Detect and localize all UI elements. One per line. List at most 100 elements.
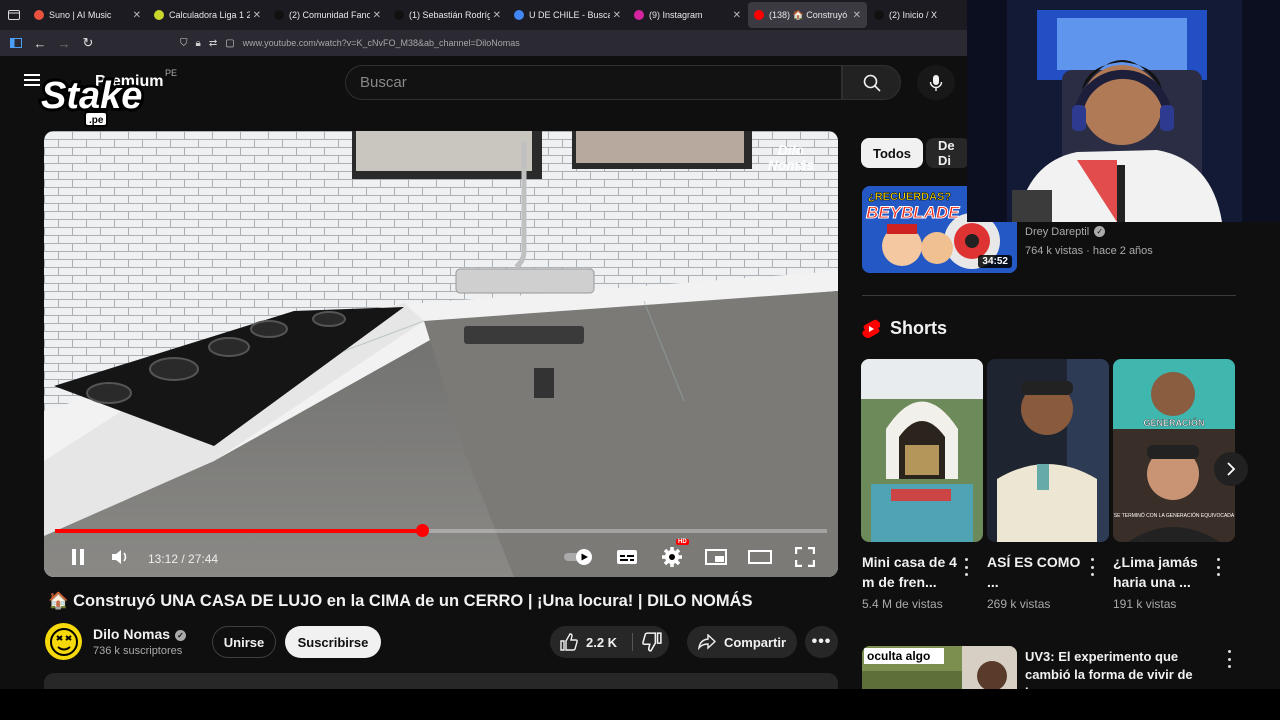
short-menu-1-icon[interactable] [961, 558, 971, 576]
subtitles-icon [617, 550, 637, 564]
recommended-channel-name[interactable]: Drey Dareptil [1025, 226, 1089, 238]
close-icon[interactable]: ✕ [853, 10, 861, 21]
tiny-house-thumbnail-art [861, 359, 983, 542]
browser-tab[interactable]: (138) 🏠 Construyó ✕ [748, 2, 867, 28]
page-icon: ▢ [225, 37, 235, 49]
close-icon[interactable]: ✕ [493, 10, 501, 21]
volume-icon [112, 550, 127, 564]
watermark-line-1: Dilo [777, 142, 805, 158]
shorts-header: Shorts [862, 318, 947, 339]
short-views-3: 191 k vistas [1113, 597, 1177, 611]
short-menu-2-icon[interactable] [1087, 558, 1097, 576]
sidebar-toggle-icon[interactable] [4, 30, 28, 56]
subscriber-count: 736 k suscriptores [93, 645, 183, 657]
more-actions-button[interactable]: ••• [805, 626, 838, 658]
theater-mode-button[interactable] [746, 543, 774, 571]
tab-title: (1) Sebastián Rodríguez [409, 10, 490, 20]
thumb-text-1: ¿RECUERDAS? [868, 191, 951, 203]
like-button[interactable]: 2.2 K [560, 626, 617, 658]
browser-tab[interactable]: U DE CHILE - Buscar con✕ [508, 2, 627, 28]
next-video-menu-icon[interactable] [1224, 650, 1234, 668]
forward-icon[interactable]: → [52, 30, 76, 56]
join-button[interactable]: Unirse [212, 626, 276, 658]
browser-tab[interactable]: (9) Instagram ✕ [628, 2, 747, 28]
subtitles-button[interactable] [613, 543, 641, 571]
reload-icon[interactable]: ↻ [76, 30, 100, 56]
microphone-icon [929, 74, 943, 91]
close-icon[interactable]: ✕ [133, 10, 141, 21]
short-thumbnail-3[interactable]: GENERACIÓN SE TERMINÓ CON LA GENERACIÓN … [1113, 359, 1235, 542]
recommended-meta: 764 k vistas · hace 2 años [1025, 245, 1153, 257]
voice-search-button[interactable] [917, 65, 955, 100]
chip-all[interactable]: Todos [861, 138, 924, 168]
short-thumbnail-1[interactable] [861, 359, 983, 542]
subscribe-button[interactable]: Suscribirse [285, 626, 381, 658]
thumbs-up-icon [560, 633, 578, 651]
thumbs-down-icon [642, 632, 662, 652]
address-bar[interactable]: ⛉ 🔒︎ ⇄ ▢ www.youtube.com/watch?v=K_cNvFO… [180, 34, 520, 52]
channel-watermark: Dilo Nomás [762, 143, 820, 189]
channel-name-text[interactable]: Dilo Nomas [93, 626, 170, 642]
search-input[interactable]: Buscar [345, 65, 842, 100]
close-icon[interactable]: ✕ [253, 10, 261, 21]
generation-thumbnail-art: GENERACIÓN SE TERMINÓ CON LA GENERACIÓN … [1113, 359, 1235, 542]
stake-sub-text: .pe [89, 115, 104, 126]
dislike-button[interactable] [642, 632, 662, 657]
autoplay-icon [564, 549, 592, 565]
close-icon[interactable]: ✕ [373, 10, 381, 21]
tab-title: (2) Comunidad Fanodo [289, 10, 370, 20]
tab-title: Suno | AI Music [49, 10, 112, 20]
short-overlay-text: GENERACIÓN [1143, 417, 1204, 428]
share-button[interactable]: Compartir [687, 626, 797, 658]
fullscreen-button[interactable] [791, 543, 819, 571]
tab-list-icon[interactable] [0, 0, 28, 30]
video-duration-badge: 34:52 [978, 255, 1012, 268]
progress-played [55, 529, 423, 533]
short-thumbnail-2[interactable] [987, 359, 1109, 542]
volume-button[interactable] [106, 543, 134, 571]
more-horizontal-icon: ••• [811, 633, 832, 650]
short-menu-3-icon[interactable] [1213, 558, 1223, 576]
progress-bar[interactable] [55, 524, 827, 537]
close-icon[interactable]: ✕ [733, 10, 741, 21]
search-button[interactable] [842, 65, 901, 100]
chip-channel[interactable]: De Di [926, 138, 970, 168]
channel-name[interactable]: Dilo Nomas ✓ [93, 626, 187, 642]
lock-icon: 🔒︎ [195, 37, 201, 49]
favicon-icon [274, 10, 284, 20]
back-icon[interactable]: ← [28, 30, 52, 56]
shorts-icon [862, 319, 880, 338]
favicon-icon [154, 10, 164, 20]
browser-tab[interactable]: (2) Comunidad Fanodo✕ [268, 2, 387, 28]
autoplay-toggle[interactable] [560, 543, 598, 571]
close-icon[interactable]: ✕ [613, 10, 621, 21]
like-count: 2.2 K [586, 634, 618, 650]
watermark-line-2: Nomás [767, 157, 815, 173]
recommended-channel[interactable]: Drey Dareptil ✓ [1025, 226, 1106, 238]
hd-badge: HD [676, 539, 689, 545]
webcam-overlay [967, 0, 1280, 222]
favicon-icon [514, 10, 524, 20]
tab-title: Calculadora Liga 1 2024 [169, 10, 250, 20]
channel-avatar[interactable] [45, 623, 82, 660]
short-title-3[interactable]: ¿Lima jamás haria una ... [1113, 552, 1213, 592]
search-placeholder: Buscar [360, 74, 407, 91]
next-thumb-text: oculta algo [867, 649, 930, 663]
share-icon [697, 634, 716, 650]
short-title-1[interactable]: Mini casa de 4 m de fren... [862, 552, 962, 592]
favicon-icon [634, 10, 644, 20]
shorts-next-button[interactable] [1214, 452, 1248, 486]
short-title-2[interactable]: ASÍ ES COMO ... [987, 552, 1087, 592]
settings-button[interactable]: HD [658, 539, 689, 571]
browser-tab[interactable]: (1) Sebastián Rodríguez✕ [388, 2, 507, 28]
browser-tab[interactable]: Suno | AI Music ✕ [28, 2, 147, 28]
browser-tab[interactable]: Calculadora Liga 1 2024✕ [148, 2, 267, 28]
verified-icon: ✓ [175, 630, 187, 641]
miniplayer-button[interactable] [702, 543, 730, 571]
video-player[interactable]: Dilo Nomás 13:12 / 27:44 HD [44, 131, 838, 577]
chevron-right-icon [1227, 462, 1236, 476]
share-label: Compartir [723, 634, 787, 650]
pause-button[interactable] [64, 543, 92, 571]
tab-title: U DE CHILE - Buscar con [529, 10, 610, 20]
fullscreen-icon [795, 547, 815, 567]
